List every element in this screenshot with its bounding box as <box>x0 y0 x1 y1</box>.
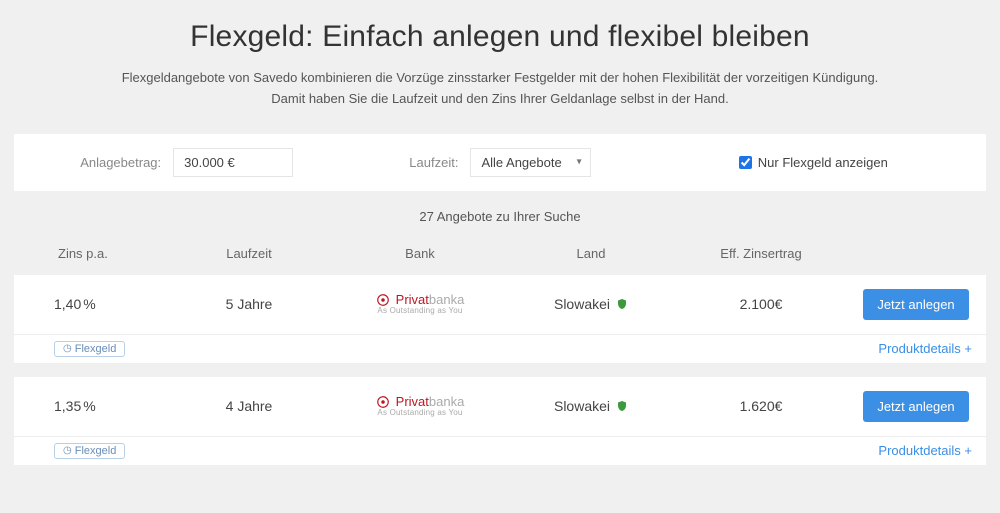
term-select[interactable]: Alle Angebote ▾ <box>470 148 590 177</box>
col-header-bank: Bank <box>334 246 506 261</box>
term-label: Laufzeit: <box>409 155 458 170</box>
bank-name-primary: Privat <box>396 292 429 307</box>
term-select-value: Alle Angebote <box>481 155 561 170</box>
zins-cell: 1,35% <box>14 398 164 414</box>
bank-tagline: As Outstanding as You <box>377 409 462 418</box>
table-subrow: ◷ Flexgeld Produktdetails + <box>14 436 986 465</box>
bank-name-primary: Privat <box>396 394 429 409</box>
clock-icon: ◷ <box>63 445 72 456</box>
intro-line-2: Damit haben Sie die Laufzeit und den Zin… <box>14 89 986 110</box>
amount-label: Anlagebetrag: <box>80 155 161 170</box>
table-row: 1,40% 5 Jahre Privatbanka As Outstanding… <box>14 275 986 334</box>
chevron-down-icon: ▾ <box>577 157 582 168</box>
col-header-land: Land <box>506 246 676 261</box>
bank-name-secondary: banka <box>429 394 464 409</box>
bank-tagline: As Outstanding as You <box>377 307 462 316</box>
land-name: Slowakei <box>554 398 610 414</box>
bank-name: Privatbanka <box>376 293 465 307</box>
flex-only-label: Nur Flexgeld anzeigen <box>758 155 888 170</box>
zins-unit: % <box>83 296 95 312</box>
clock-icon: ◷ <box>63 343 72 354</box>
ertrag-cell: 2.100€ <box>676 296 846 312</box>
product-details-link[interactable]: Produktdetails + <box>878 443 972 458</box>
shield-icon <box>616 399 628 413</box>
bank-name: Privatbanka <box>376 395 465 409</box>
page-title: Flexgeld: Einfach anlegen und flexibel b… <box>14 20 986 54</box>
invest-button[interactable]: Jetzt anlegen <box>863 289 968 320</box>
zins-value: 1,40 <box>54 296 81 312</box>
filter-bar: Anlagebetrag: Laufzeit: Alle Angebote ▾ … <box>14 134 986 191</box>
land-cell: Slowakei <box>506 398 676 414</box>
col-header-action <box>846 246 986 261</box>
action-cell: Jetzt anlegen <box>846 289 986 320</box>
shield-icon <box>616 297 628 311</box>
intro-line-1: Flexgeldangebote von Savedo kombinieren … <box>14 68 986 89</box>
zins-cell: 1,40% <box>14 296 164 312</box>
pill-label: Flexgeld <box>75 343 117 355</box>
col-header-laufzeit: Laufzeit <box>164 246 334 261</box>
ertrag-cell: 1.620€ <box>676 398 846 414</box>
flex-only-checkbox[interactable]: Nur Flexgeld anzeigen <box>739 155 888 170</box>
invest-button[interactable]: Jetzt anlegen <box>863 391 968 422</box>
intro-text: Flexgeldangebote von Savedo kombinieren … <box>14 68 986 110</box>
flexgeld-pill: ◷ Flexgeld <box>54 341 125 357</box>
table-row: 1,35% 4 Jahre Privatbanka As Outstanding… <box>14 377 986 436</box>
bank-logo-icon <box>376 293 390 307</box>
table-subrow: ◷ Flexgeld Produktdetails + <box>14 334 986 363</box>
zins-value: 1,35 <box>54 398 81 414</box>
action-cell: Jetzt anlegen <box>846 391 986 422</box>
amount-input[interactable] <box>173 148 293 177</box>
land-name: Slowakei <box>554 296 610 312</box>
flexgeld-pill: ◷ Flexgeld <box>54 443 125 459</box>
bank-logo-icon <box>376 395 390 409</box>
results-count: 27 Angebote zu Ihrer Suche <box>14 209 986 224</box>
col-header-zins: Zins p.a. <box>14 246 164 261</box>
laufzeit-cell: 5 Jahre <box>164 296 334 312</box>
product-details-link[interactable]: Produktdetails + <box>878 341 972 356</box>
land-cell: Slowakei <box>506 296 676 312</box>
pill-label: Flexgeld <box>75 445 117 457</box>
bank-name-secondary: banka <box>429 292 464 307</box>
col-header-ertrag: Eff. Zinsertrag <box>676 246 846 261</box>
zins-unit: % <box>83 398 95 414</box>
flex-only-input[interactable] <box>739 156 752 169</box>
laufzeit-cell: 4 Jahre <box>164 398 334 414</box>
table-header: Zins p.a. Laufzeit Bank Land Eff. Zinser… <box>14 238 986 275</box>
bank-cell: Privatbanka As Outstanding as You <box>334 293 506 316</box>
bank-cell: Privatbanka As Outstanding as You <box>334 395 506 418</box>
